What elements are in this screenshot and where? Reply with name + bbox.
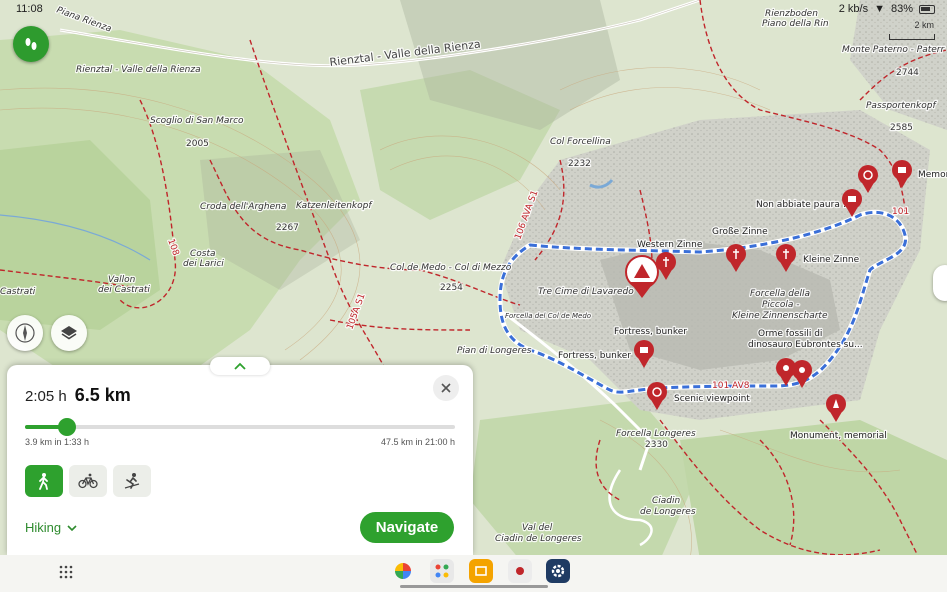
map-label-rienztal: Rienztal - Valle della Rienza: [76, 65, 201, 75]
map-label-costa: Costa: [190, 249, 216, 259]
battery-icon: [919, 4, 935, 14]
status-time: 11:08: [16, 3, 43, 15]
map-label-passporten: Passportenkopf: [866, 101, 937, 111]
map-label-croda: Croda dell'Arghena: [200, 202, 286, 212]
notes-app-icon[interactable]: [469, 559, 493, 583]
close-icon: [441, 383, 451, 393]
map-label-ele-2330: 2330: [645, 440, 668, 450]
chevron-up-icon: [234, 362, 246, 370]
map-scale-bar: 2 km: [889, 20, 935, 40]
side-panel-handle[interactable]: [933, 265, 947, 301]
home-gesture-bar[interactable]: [400, 585, 548, 588]
app-folder-icon[interactable]: [430, 559, 454, 583]
map-label-pian: Pian di Longeres: [457, 346, 532, 356]
map-label-col-forcellina: Col Forcellina: [550, 137, 611, 147]
status-net: 2 kb/s: [838, 3, 869, 15]
map-label-route-101: 101 AV8: [712, 381, 750, 391]
layers-button[interactable]: [51, 315, 87, 351]
status-bar: 11:08 2 kb/s ▼ 83%: [0, 0, 947, 20]
travel-mode-group: [25, 465, 151, 497]
map-label-val-cladin2: Ciadin de Longeres: [495, 534, 582, 544]
map-label-vallon2: dei Castrati: [98, 285, 150, 295]
slider-thumb[interactable]: [57, 418, 76, 436]
map-label-ele-2232: 2232: [568, 159, 591, 169]
app-logo-button[interactable]: [13, 26, 49, 62]
map-label-scenic: Scenic viewpoint: [674, 394, 750, 404]
map-label-grosse: Große Zinne: [712, 227, 768, 237]
wifi-icon: ▼: [874, 3, 885, 15]
compass-icon: [15, 323, 35, 343]
map-label-ele-2005: 2005: [186, 139, 209, 149]
navigate-button[interactable]: Navigate: [360, 512, 454, 543]
map-label-cladin2: de Longeres: [640, 507, 696, 517]
compass-button[interactable]: [7, 315, 43, 351]
map-label-fortress-1: Fortress, bunker: [614, 327, 687, 337]
map-label-forcella-piccola-2: Piccola -: [762, 300, 799, 310]
settings-app-icon[interactable]: [546, 559, 570, 583]
map-label-non-abbiate: Non abbiate paura !: [756, 200, 846, 210]
layers-icon: [61, 326, 77, 340]
map-label-orme-1: Orme fossili di: [758, 329, 822, 339]
map-label-route-101b: 101: [892, 207, 909, 217]
map-label-piano-rin: Piano della Rin: [762, 19, 829, 29]
map-label-forcella-piccola-3: Kleine Zinnenscharte: [732, 311, 828, 321]
map-label-ele-2744: 2744: [896, 68, 919, 78]
map-scale-label: 2 km: [914, 20, 934, 30]
profile-label: Hiking: [25, 520, 62, 535]
map-label-ele-2254: 2254: [440, 283, 463, 293]
mode-bike-button[interactable]: [69, 465, 107, 497]
mode-hiking-button[interactable]: [25, 465, 63, 497]
route-sheet: 2:05 h 6.5 km 3.9 km in 1:33 h 47.5 km i…: [7, 365, 473, 555]
map-label-monte-paterno: Monte Paterno - Paterr: [842, 45, 945, 55]
map-label-katzen: Katzenleitenkopf: [296, 201, 373, 211]
map-label-scoglio: Scoglio di San Marco: [150, 116, 244, 126]
distance-slider[interactable]: [25, 418, 455, 436]
route-distance: 6.5 km: [74, 385, 131, 405]
slider-max-label: 47.5 km in 21:00 h: [380, 437, 455, 447]
profile-dropdown[interactable]: Hiking: [25, 520, 77, 535]
footprints-icon: [25, 38, 37, 50]
mode-ski-button[interactable]: [113, 465, 151, 497]
map-label-colmedo: Col de Medo - Col di Mezzo: [390, 263, 512, 273]
map-label-fortress-2: Fortress, bunker: [558, 351, 631, 361]
map-label-vallon: Vallon: [108, 275, 136, 285]
map-label-ele-2267: 2267: [276, 223, 299, 233]
route-duration: 2:05 h: [25, 388, 67, 405]
map-label-ele-2585: 2585: [890, 123, 913, 133]
map-label-val-cladin: Val del: [522, 523, 553, 533]
map-label-forcella-medo: Forcella del Col de Medo: [505, 312, 591, 320]
close-button[interactable]: [433, 375, 459, 401]
map-label-kleine: Kleine Zinne: [803, 255, 860, 265]
map-label-castrati: Castrati: [0, 287, 36, 297]
chevron-down-icon: [67, 524, 77, 531]
hiking-icon: [39, 473, 48, 490]
map-label-monument: Monument, memorial: [790, 431, 887, 441]
map-label-tre-cime: Tre Cime di Lavaredo: [538, 287, 634, 297]
map-label-forcella-piccola-1: Forcella della: [750, 289, 810, 299]
photos-app-icon[interactable]: [391, 559, 415, 583]
status-battery-text: 83%: [890, 3, 913, 15]
map-label-forcella-longeres: Forcella Longeres: [616, 429, 696, 439]
bike-icon: [78, 473, 98, 489]
app-drawer-icon[interactable]: [58, 564, 74, 580]
slider-min-label: 3.9 km in 1:33 h: [25, 437, 90, 447]
map-label-costa2: dei Larici: [183, 259, 224, 269]
system-taskbar: [0, 555, 947, 592]
ski-icon: [124, 473, 140, 489]
sheet-expand-handle[interactable]: [210, 357, 270, 375]
recent-app-icon[interactable]: [508, 559, 532, 583]
map-label-cladin: Ciadin: [652, 496, 681, 506]
map-label-memorial-short: Memor: [918, 170, 947, 180]
map-label-orme-2: dinosauro Eubrontes su...: [748, 340, 863, 350]
map-label-western: Western Zinne: [637, 240, 703, 250]
